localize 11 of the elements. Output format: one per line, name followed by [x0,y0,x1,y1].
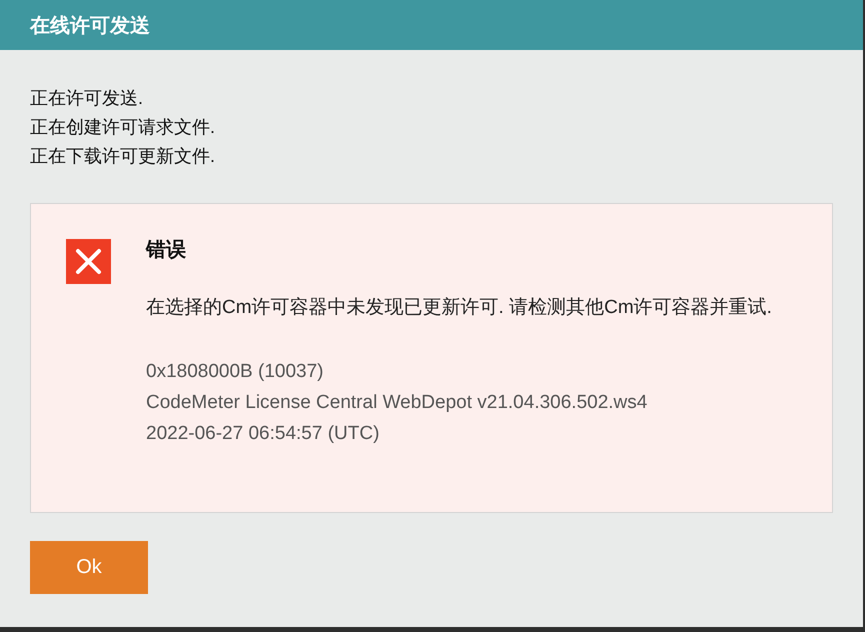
window-title: 在线许可发送 [30,14,150,38]
error-icon [66,239,111,284]
progress-message: 正在下载许可更新文件. [30,145,216,168]
ok-button[interactable]: Ok [30,541,148,594]
alert-title: 错误 [146,238,187,263]
error-detail: 0x1808000B (10037) [146,360,324,384]
progress-message: 正在创建许可请求文件. [30,116,216,139]
error-detail: 2022-06-27 06:54:57 (UTC) [146,422,380,446]
alert-message: 在选择的Cm许可容器中未发现已更新许可. 请检测其他Cm许可容器并重试. [146,296,772,320]
progress-message: 正在许可发送. [30,87,144,110]
error-detail: CodeMeter License Central WebDepot v21.04.306.502.ws4 [146,391,648,415]
